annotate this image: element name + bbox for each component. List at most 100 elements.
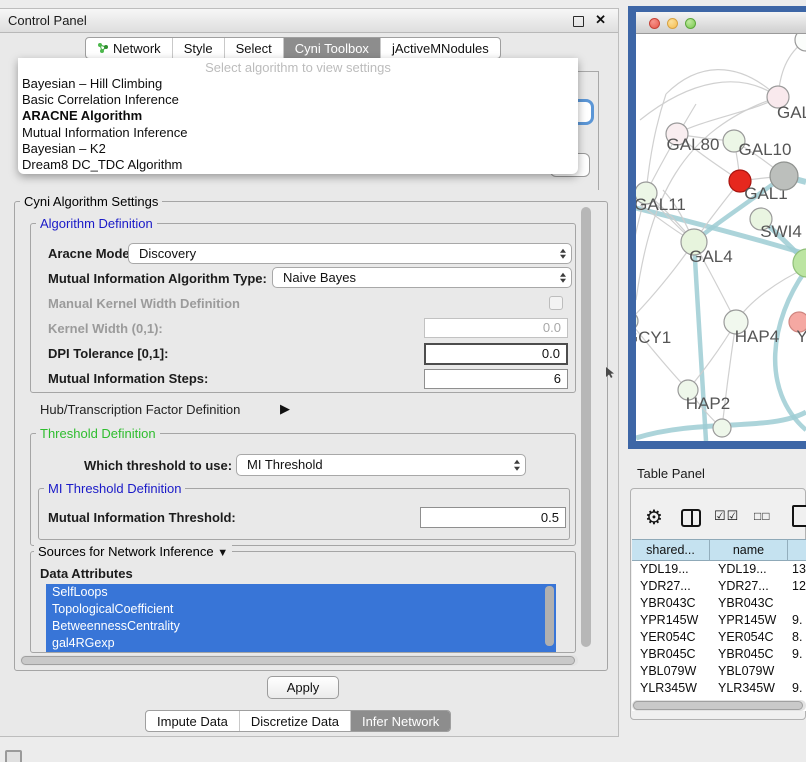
kernel-width-field[interactable]: 0.0 (424, 318, 568, 338)
aracne-mode-select[interactable]: Discovery (128, 243, 572, 264)
algorithm-option[interactable]: Mutual Information Inference (18, 125, 578, 141)
scrollbar-thumb[interactable] (21, 656, 575, 665)
split-pane-icon[interactable] (681, 509, 701, 527)
table-row[interactable]: YLR345WYLR345W9. (632, 680, 806, 697)
which-threshold-select[interactable]: MI Threshold (236, 454, 526, 476)
algorithm-option[interactable]: Bayesian – K2 (18, 141, 578, 157)
table-row[interactable]: YBR045CYBR045C9. (632, 646, 806, 663)
tab-label: Select (236, 41, 272, 56)
settings-horizontal-scrollbar[interactable] (20, 655, 578, 666)
attribute-item[interactable]: gal4RGexp (46, 635, 556, 652)
network-window-titlebar[interactable] (636, 12, 806, 34)
table-cell: YDR27... (710, 578, 788, 595)
cyni-settings-title: Cyni Algorithm Settings (20, 194, 162, 209)
network-canvas: GALGAL80GAL10GAL1GAL11SWI4GAL4GCY1HAP4YH… (636, 34, 806, 441)
table-cell: 9. (788, 680, 806, 697)
data-attributes-list[interactable]: SelfLoopsTopologicalCoefficientBetweenne… (46, 584, 556, 652)
algorithm-option[interactable]: Basic Correlation Inference (18, 92, 578, 108)
algorithm-option[interactable]: ARACNE Algorithm (18, 108, 578, 124)
attribute-item[interactable]: SelfLoops (46, 584, 556, 601)
tab-network[interactable]: Network (86, 38, 172, 58)
collapse-down-icon[interactable]: ▼ (217, 547, 228, 559)
table-row[interactable]: YDL19...YDL19...13 (632, 561, 806, 578)
dpi-tolerance-field[interactable]: 0.0 (424, 343, 568, 365)
network-edge[interactable] (775, 270, 806, 430)
list-scrollbar-thumb[interactable] (545, 586, 554, 646)
table-row[interactable]: YDR27...YDR27...12 (632, 578, 806, 595)
expand-right-icon[interactable]: ▶ (280, 401, 290, 417)
table-row[interactable]: YPR145WYPR145W9. (632, 612, 806, 629)
table-header-row: shared... name A (632, 539, 806, 561)
mi-threshold-field[interactable]: 0.5 (420, 507, 566, 528)
zoom-traffic-light-icon[interactable] (685, 18, 696, 29)
select-all-columns-icon[interactable]: ☑☑ (714, 508, 739, 524)
table-cell: YBR043C (710, 595, 788, 612)
table-cell: 9. (788, 646, 806, 663)
network-edge[interactable] (640, 82, 778, 120)
network-icon (97, 42, 109, 54)
hub-definition-label[interactable]: Hub/Transcription Factor Definition (40, 399, 240, 420)
mi-steps-field[interactable]: 6 (424, 369, 568, 389)
tab-cyni-toolbox[interactable]: Cyni Toolbox (283, 38, 380, 58)
tab-select[interactable]: Select (224, 38, 283, 58)
file-icon[interactable] (792, 505, 806, 527)
tab-label: Style (184, 41, 213, 56)
tab-label: Network (113, 41, 161, 56)
table-cell: YDL19... (632, 561, 710, 578)
settings-vertical-scrollbar[interactable] (581, 207, 592, 651)
mi-threshold-value: 0.5 (541, 510, 559, 525)
network-window[interactable]: GALGAL80GAL10GAL1GAL11SWI4GAL4GCY1HAP4YH… (628, 6, 806, 449)
tab-style[interactable]: Style (172, 38, 224, 58)
sources-group-title: Sources for Network Inference ▼ (34, 544, 232, 561)
table-cell: 8. (788, 629, 806, 646)
table-row[interactable]: YER054CYER054C8. (632, 629, 806, 646)
tab-label: Infer Network (362, 714, 439, 729)
minimized-window-icon[interactable] (5, 750, 22, 762)
network-node[interactable] (713, 419, 731, 437)
node-label: HAP4 (735, 327, 779, 346)
tab-infer-network[interactable]: Infer Network (350, 711, 450, 731)
node-label: SWI4 (760, 222, 802, 241)
table-cell: YLR345W (632, 680, 710, 697)
node-table[interactable]: shared... name A YDL19...YDL19...13YDR27… (632, 539, 806, 711)
data-attributes-label: Data Attributes (40, 563, 133, 584)
scrollbar-thumb[interactable] (633, 701, 803, 710)
table-cell: 12 (788, 578, 806, 595)
minimize-traffic-light-icon[interactable] (667, 18, 678, 29)
node-label: GAL10 (739, 140, 792, 159)
manual-kernel-width-label: Manual Kernel Width Definition (48, 293, 240, 314)
close-traffic-light-icon[interactable] (649, 18, 660, 29)
unselect-all-columns-icon[interactable]: □□ (754, 509, 771, 523)
table-row[interactable]: YBL079WYBL079W (632, 663, 806, 680)
algorithm-option[interactable]: Bayesian – Hill Climbing (18, 76, 578, 92)
control-panel-window: Control Panel ✕ Network Style Select Cyn… (0, 8, 619, 737)
close-icon[interactable]: ✕ (595, 12, 606, 28)
table-cell: YBL079W (710, 663, 788, 680)
tab-jactivemnodules[interactable]: jActiveMNodules (380, 38, 500, 58)
table-row[interactable]: YBR043CYBR043C (632, 595, 806, 612)
mi-algorithm-type-label: Mutual Information Algorithm Type: (48, 268, 267, 289)
column-header-name[interactable]: name (710, 539, 788, 561)
table-horizontal-scrollbar[interactable] (632, 700, 806, 711)
network-node[interactable] (770, 162, 798, 190)
table-cell: YPR145W (710, 612, 788, 629)
attribute-item[interactable]: BetweennessCentrality (46, 618, 556, 635)
tab-impute-data[interactable]: Impute Data (146, 711, 239, 731)
tab-discretize-data[interactable]: Discretize Data (239, 711, 350, 731)
algorithm-option[interactable]: Dream8 DC_TDC Algorithm (18, 157, 578, 173)
aracne-mode-value: Discovery (139, 246, 196, 261)
float-window-icon[interactable] (573, 16, 584, 27)
network-canvas-container[interactable]: GALGAL80GAL10GAL1GAL11SWI4GAL4GCY1HAP4YH… (636, 34, 806, 441)
mi-threshold-group-title: MI Threshold Definition (44, 481, 185, 496)
which-threshold-value: MI Threshold (247, 457, 323, 472)
apply-button[interactable]: Apply (267, 676, 339, 699)
table-cell (788, 663, 806, 680)
scrollbar-thumb[interactable] (581, 207, 591, 647)
manual-kernel-width-checkbox[interactable] (549, 296, 563, 310)
kernel-width-label: Kernel Width (0,1): (48, 318, 163, 339)
column-header-shared-name[interactable]: shared... (632, 539, 710, 561)
gear-icon[interactable]: ⚙ (645, 505, 663, 530)
column-header-third[interactable]: A (788, 539, 806, 561)
mi-algorithm-type-select[interactable]: Naive Bayes (272, 267, 572, 288)
attribute-item[interactable]: TopologicalCoefficient (46, 601, 556, 618)
